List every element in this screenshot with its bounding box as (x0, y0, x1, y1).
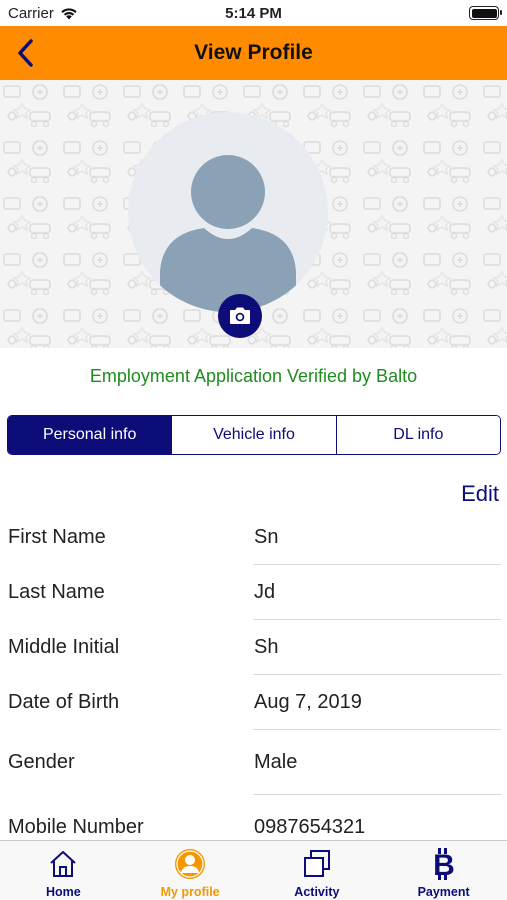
tab-payment[interactable]: B Payment (380, 841, 507, 900)
info-value: Aug 7, 2019 (254, 691, 362, 713)
avatar[interactable] (128, 112, 328, 312)
tab-vehicle-info[interactable]: Vehicle info (171, 416, 336, 454)
info-value: Sn (254, 526, 279, 548)
info-tabs: Personal info Vehicle info DL info (7, 415, 501, 455)
info-label: First Name (8, 526, 106, 548)
profile-icon (174, 848, 206, 880)
battery-level (471, 8, 497, 18)
battery-icon (469, 6, 502, 20)
tab-my-profile[interactable]: My profile (127, 841, 254, 900)
chevron-left-icon (18, 39, 33, 67)
info-label: Date of Birth (8, 691, 120, 713)
verification-status: Employment Application Verified by Balto (89, 366, 418, 386)
bottom-tab-bar: Home My profile Activity B Payment (0, 840, 507, 900)
personal-info-list: First Name Sn Last Name Jd Middle Initia… (0, 510, 507, 860)
info-value: 0987654321 (254, 816, 366, 838)
change-photo-button[interactable] (218, 294, 262, 338)
tab-label: Payment (417, 885, 470, 899)
info-label: Last Name (8, 581, 105, 603)
info-value: Male (254, 751, 298, 773)
navigation-bar: View Profile (0, 26, 507, 80)
info-row-middle-initial: Middle Initial Sh (0, 620, 507, 675)
info-row-date-of-birth: Date of Birth Aug 7, 2019 (0, 675, 507, 730)
back-button[interactable] (10, 36, 40, 70)
tab-home[interactable]: Home (0, 841, 127, 900)
carrier-label: Carrier (8, 4, 54, 22)
tab-label: Activity (294, 885, 340, 899)
page-title: View Profile (194, 41, 313, 64)
status-bar: Carrier 5:14 PM (0, 0, 507, 26)
wifi-icon (61, 7, 77, 19)
activity-icon (301, 848, 333, 880)
info-label: Mobile Number (8, 816, 144, 838)
info-label: Middle Initial (8, 636, 120, 658)
info-row-last-name: Last Name Jd (0, 565, 507, 620)
home-icon (47, 848, 79, 880)
bitcoin-icon: B (428, 848, 460, 880)
info-value: Jd (254, 581, 276, 603)
tab-activity[interactable]: Activity (254, 841, 381, 900)
info-row-gender: Gender Male (0, 730, 507, 795)
info-value: Sh (254, 636, 279, 658)
camera-icon (230, 307, 250, 324)
info-row-first-name: First Name Sn (0, 510, 507, 565)
profile-header (0, 80, 507, 348)
tab-label: Home (46, 885, 81, 899)
person-placeholder-icon (160, 155, 296, 312)
tab-label: My profile (160, 885, 220, 899)
tab-personal-info[interactable]: Personal info (8, 416, 172, 454)
info-label: Gender (8, 751, 75, 773)
tab-dl-info[interactable]: DL info (335, 416, 500, 454)
edit-button[interactable]: Edit (461, 481, 499, 507)
